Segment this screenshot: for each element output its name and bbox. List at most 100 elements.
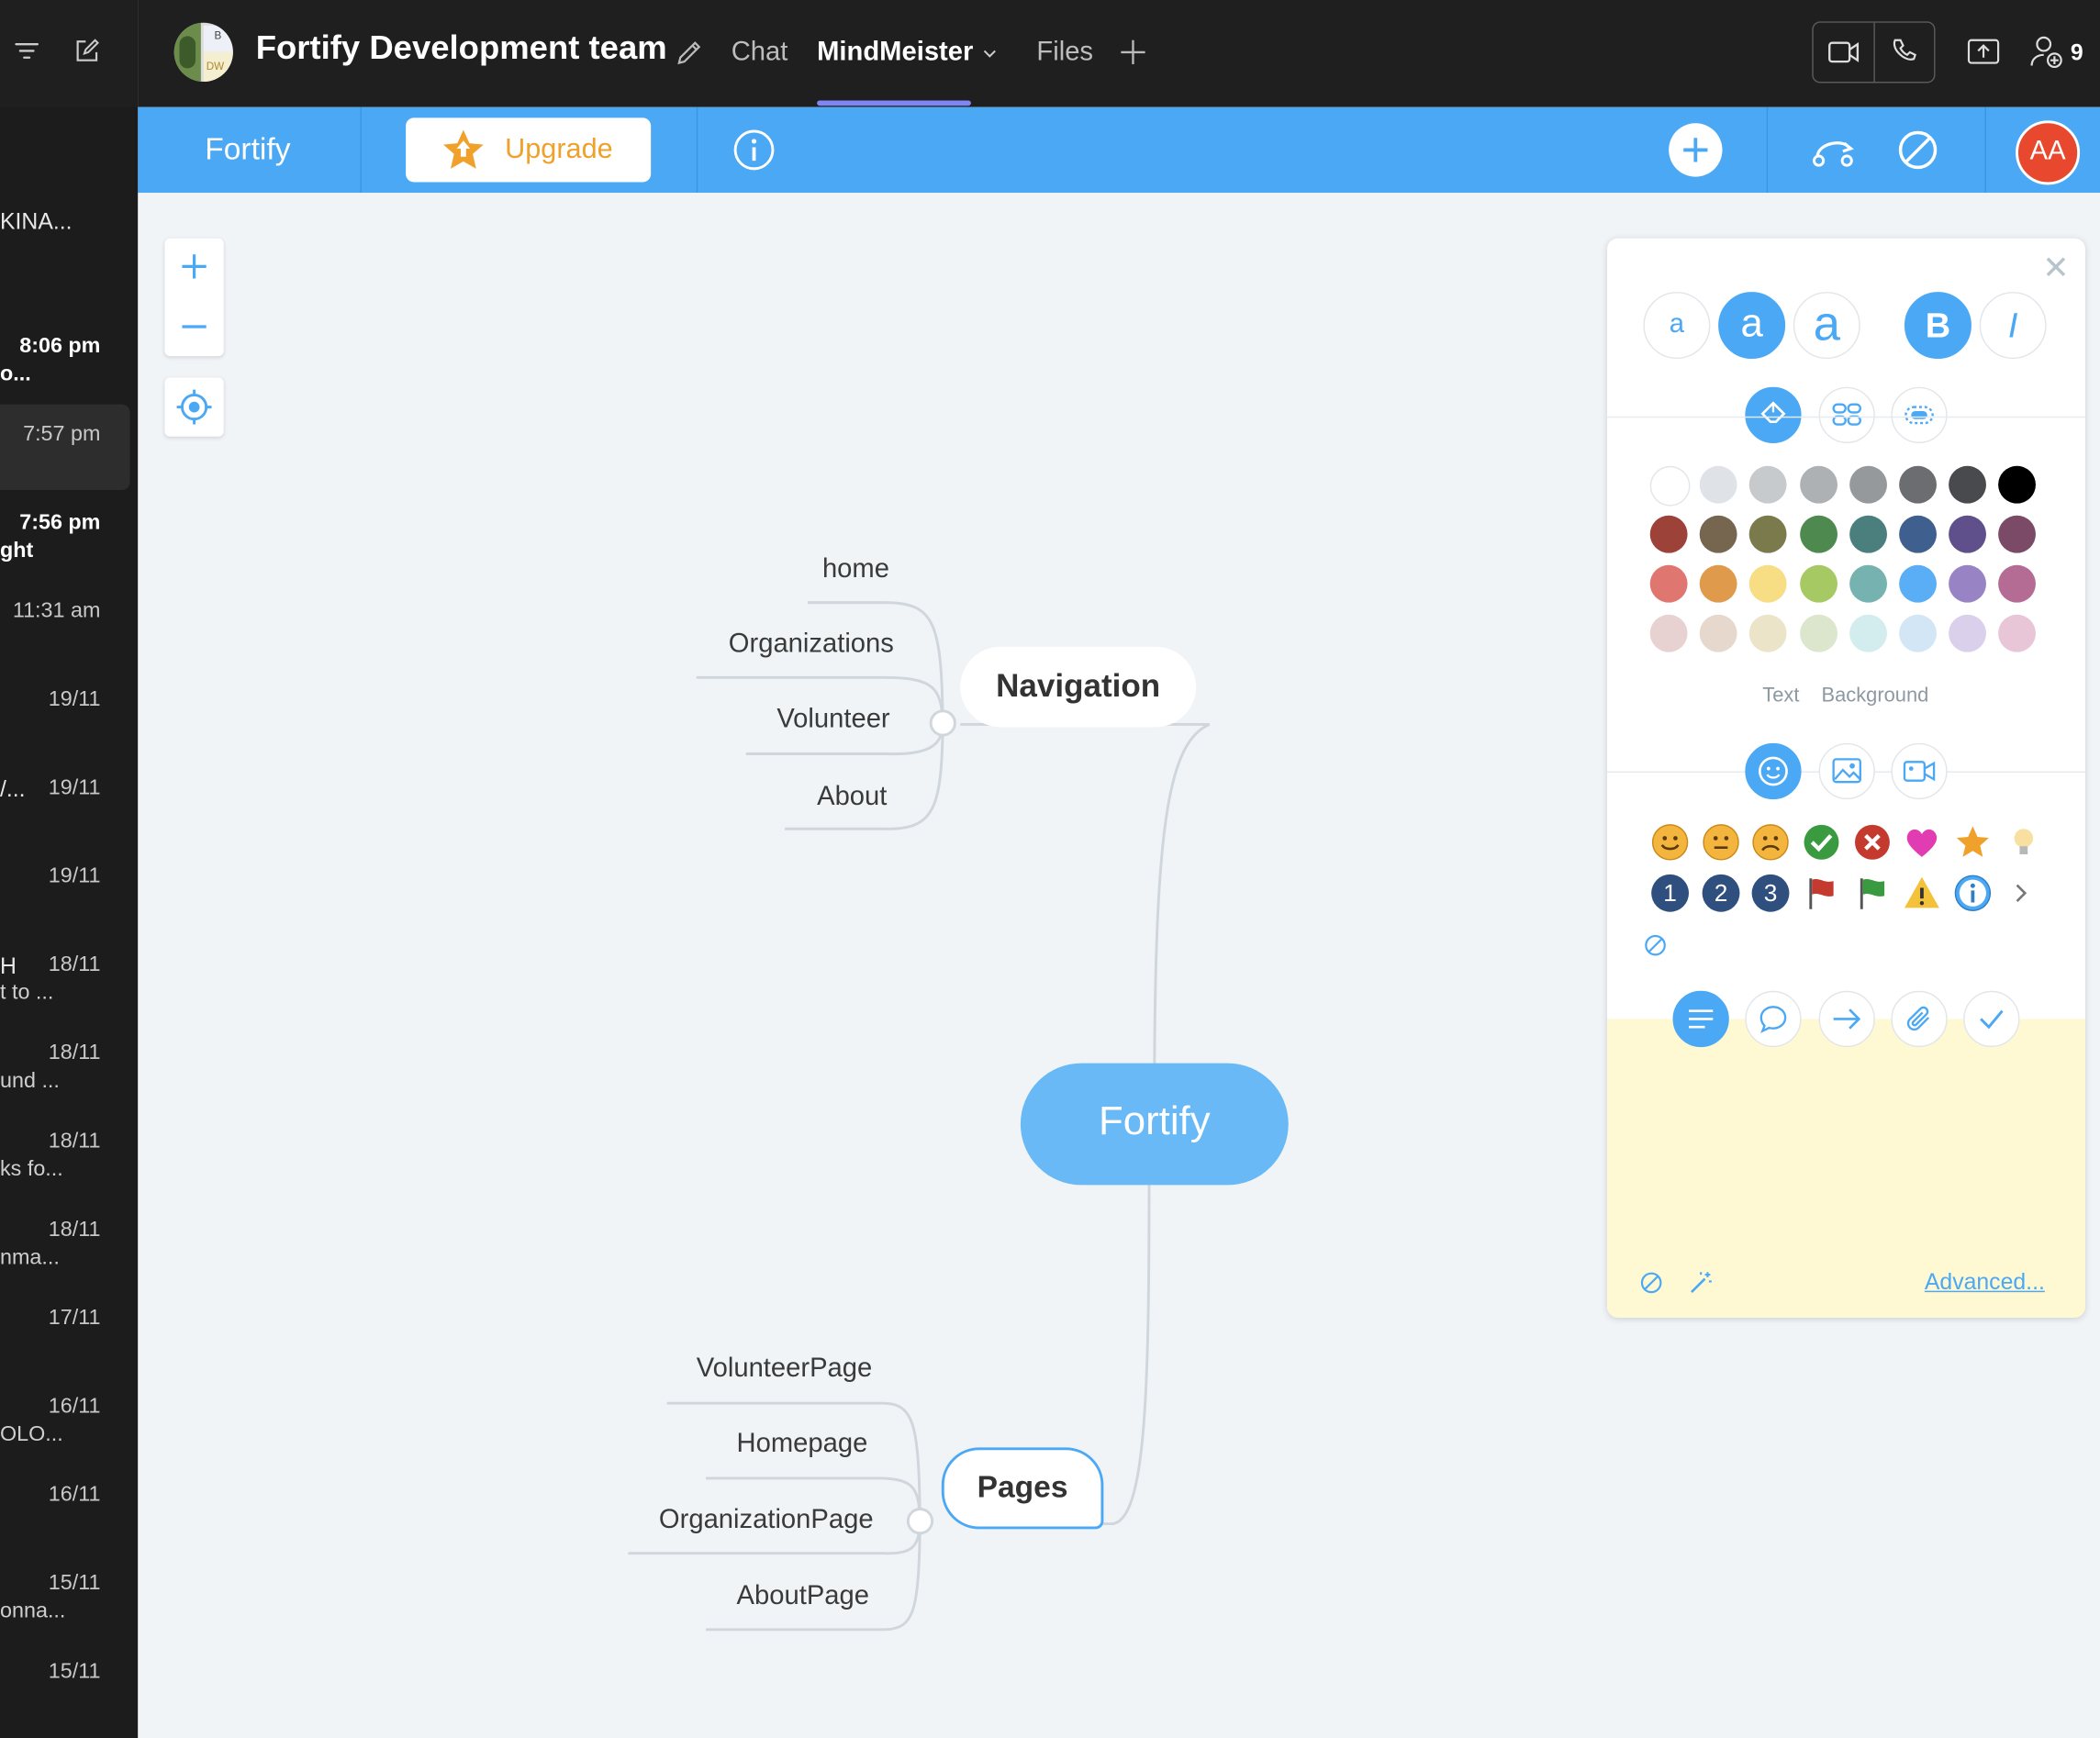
close-icon[interactable]: ✕ [2042,249,2069,287]
tab-mindmeister[interactable]: MindMeister [817,38,973,69]
topic-volunteer[interactable]: Volunteer [776,705,889,736]
topic-homepage[interactable]: Homepage [737,1429,868,1460]
info-circle-icon[interactable] [1954,875,1992,912]
color-swatch[interactable] [1899,465,1937,504]
italic-button[interactable]: I [1979,292,2047,360]
attachment-tab-button[interactable] [1891,990,1948,1048]
image-tab-button[interactable] [1818,742,1875,800]
cross-red-icon[interactable] [1854,823,1892,861]
neutral-face-icon[interactable] [1703,823,1740,861]
chat-list-item[interactable]: 11:31 am [0,581,130,666]
color-swatch[interactable] [1899,515,1937,553]
color-swatch[interactable] [1998,564,2037,603]
task-tab-button[interactable] [1963,990,2020,1048]
connection-icon[interactable] [1809,130,1858,171]
style-fill-button[interactable] [1745,386,1802,443]
video-tab-button[interactable] [1891,742,1948,800]
style-shape-button[interactable] [1891,386,1948,443]
user-avatar[interactable]: AA [2016,120,2081,185]
color-swatch[interactable] [1849,515,1887,553]
color-swatch[interactable] [1699,465,1737,504]
chat-list-item[interactable]: 15/11 [0,1642,130,1727]
color-swatch[interactable] [1849,564,1887,603]
check-green-icon[interactable] [1803,823,1840,861]
green-flag-icon[interactable] [1854,875,1892,912]
font-size-medium-button[interactable]: a [1718,292,1786,360]
add-tab-icon[interactable] [1117,36,1149,68]
color-swatch[interactable] [1649,515,1688,553]
clear-format-icon[interactable] [1639,1271,1663,1295]
color-swatch[interactable] [1749,564,1788,603]
priority-1-icon[interactable]: 1 [1651,874,1690,912]
color-swatch[interactable] [1849,614,1887,652]
color-swatch[interactable] [1799,515,1838,553]
text-color-label[interactable]: Text [1762,685,1799,707]
chat-list-item[interactable]: 18/11 ks fo... [0,1111,130,1197]
smile-icon[interactable] [1651,823,1689,861]
chat-list-item[interactable]: 15/11 onna... [0,1554,130,1639]
color-swatch[interactable] [1649,614,1688,652]
color-swatch[interactable] [1998,465,2037,504]
bulb-icon[interactable] [2005,823,2042,861]
magic-wand-icon[interactable] [1688,1271,1715,1295]
topic-organizations[interactable]: Organizations [729,629,894,661]
color-swatch[interactable] [1749,515,1788,553]
chat-list-item[interactable]: 18/11 nma... [0,1199,130,1285]
collapse-handle[interactable] [906,1508,934,1535]
chat-list-item[interactable]: 19/11 [0,846,130,931]
color-swatch[interactable] [1899,614,1937,652]
icons-tab-button[interactable] [1745,742,1802,800]
remove-icon-icon[interactable] [1643,933,1667,957]
color-swatch[interactable] [1799,564,1838,603]
share-screen-icon[interactable] [1966,36,2001,68]
upgrade-button[interactable]: Upgrade [406,117,652,183]
topic-volunteerpage[interactable]: VolunteerPage [697,1354,872,1385]
star-icon[interactable] [1954,823,1992,861]
participants-icon[interactable] [2029,33,2067,71]
color-swatch[interactable] [1749,614,1788,652]
color-swatch[interactable] [1699,614,1737,652]
chat-list-item[interactable]: H 18/11 t to ... [0,935,130,1020]
root-topic[interactable]: Fortify [1020,1063,1289,1186]
style-structure-button[interactable] [1818,386,1875,443]
filter-icon[interactable] [14,38,40,64]
audio-call-icon[interactable] [1888,36,1920,68]
color-swatch[interactable] [1649,564,1688,603]
color-swatch[interactable] [1949,614,1987,652]
chat-list-item[interactable]: 7:56 pm ght [0,493,130,578]
color-swatch[interactable] [1998,515,2037,553]
chat-list-item[interactable]: 18/11 und ... [0,1023,130,1109]
chevron-down-icon[interactable] [980,44,999,62]
color-swatch[interactable] [1699,515,1737,553]
chat-list-item[interactable]: /... 19/11 [0,758,130,843]
red-flag-icon[interactable] [1803,875,1840,912]
topic-pages[interactable]: Pages [941,1447,1104,1530]
topic-aboutpage[interactable]: AboutPage [737,1581,869,1612]
chat-list-item[interactable]: 16/11 [0,1465,130,1550]
topic-organizationpage[interactable]: OrganizationPage [659,1505,874,1536]
topic-navigation[interactable]: Navigation [960,646,1197,728]
color-swatch[interactable] [1799,465,1838,504]
edit-pencil-icon[interactable] [674,36,706,68]
color-swatch[interactable] [1949,515,1987,553]
color-swatch[interactable] [1849,465,1887,504]
chat-list-item[interactable]: KINA... [0,174,130,260]
topic-about[interactable]: About [817,782,887,813]
chat-list-item[interactable]: 19/11 [0,670,130,755]
map-title[interactable]: Fortify [205,131,290,167]
font-size-small-button[interactable]: a [1643,292,1711,360]
chat-list-item[interactable]: 8:06 pm o... [0,316,130,401]
add-topic-button[interactable] [1669,123,1723,177]
team-avatar[interactable]: B DW [173,22,233,83]
advanced-link[interactable]: Advanced... [1925,1269,2045,1296]
priority-2-icon[interactable]: 2 [1702,874,1740,912]
heart-icon[interactable] [1904,823,1941,861]
color-swatch[interactable] [1949,465,1987,504]
chat-list-item[interactable]: 16/11 OLO... [0,1376,130,1462]
color-swatch[interactable] [1949,564,1987,603]
chat-list-item[interactable]: 17/11 [0,1288,130,1374]
chat-list-item[interactable]: 7:57 pm [0,404,130,491]
color-swatch[interactable] [1749,465,1788,504]
tab-files[interactable]: Files [1036,38,1093,69]
notes-tab-button[interactable] [1672,990,1729,1048]
